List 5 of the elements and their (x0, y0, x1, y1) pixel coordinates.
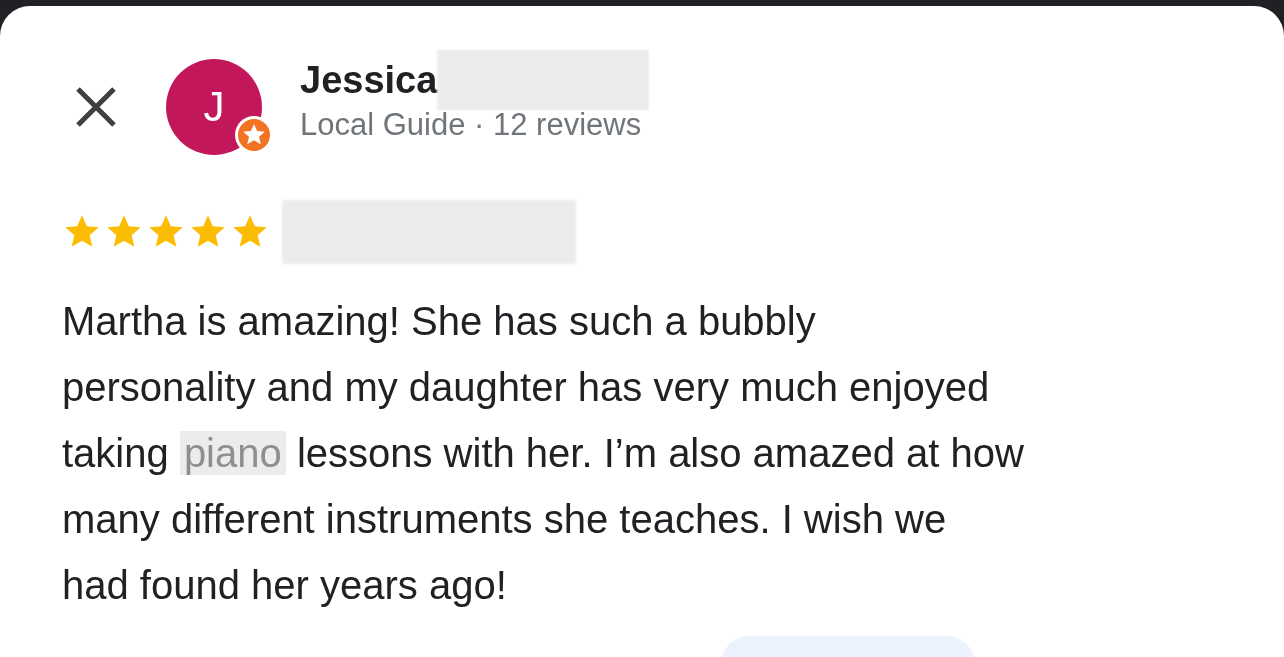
avatar: J (166, 59, 262, 155)
close-icon (74, 85, 118, 129)
reviewer-name: Jessica (300, 58, 438, 102)
review-text: Martha is amazing! She has such a bubbly personality and my daughter has very much enjoyed taking piano lessons with her. I’m also amazed at how many different instruments she teaches. I wish we had found her years ago! (62, 298, 1025, 609)
reviewer-subtitle: Local Guide · 12 reviews (300, 107, 643, 143)
